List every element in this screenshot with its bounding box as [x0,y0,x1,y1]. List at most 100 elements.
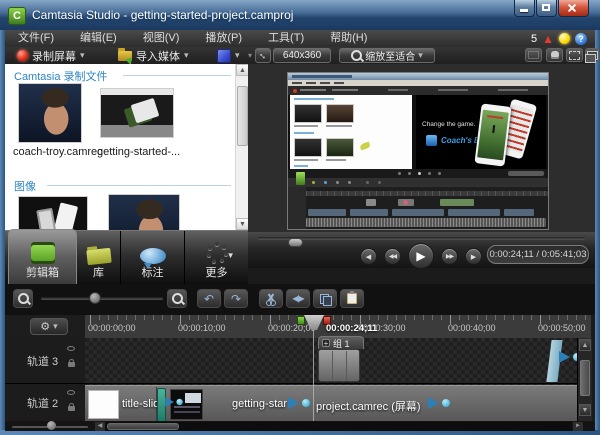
selection-in-handle[interactable] [297,316,305,325]
timeline-zoom-slider[interactable] [41,297,163,300]
track3-name[interactable]: 轨道 3 [27,353,58,369]
track2-clips[interactable]: title-slide getting-star project.camrec … [85,385,577,422]
menu-tools[interactable]: 工具(T) [255,30,317,47]
menu-file[interactable]: 文件(F) [5,30,67,47]
cut-button[interactable] [259,289,283,308]
editing-dimensions-icon-button[interactable]: ↔ [255,48,271,63]
scroll-left-icon[interactable]: ◀ [95,422,105,431]
zoom-fit-label: 缩放至适合 [365,48,415,63]
title-bar[interactable]: C Camtasia Studio - getting-started-proj… [0,0,600,31]
redo-button[interactable]: ↷ [224,289,248,308]
tab-more[interactable]: ▼ 更多 [185,231,248,285]
upgrade-arrow-icon[interactable]: ▲ [542,34,554,44]
clip-label[interactable]: coach-troy.camrec [13,146,103,158]
previous-button[interactable]: ◀ [360,248,377,265]
clip-thumbnail-getting-started[interactable] [100,88,174,138]
menu-view[interactable]: 视图(V) [130,30,193,47]
next-icon: ▶ [471,253,476,261]
track2-lane[interactable]: title-slide getting-star project.camrec … [85,384,591,422]
import-media-button[interactable]: 导入媒体 ▾ [118,47,189,64]
image-thumbnail-ad[interactable] [18,196,88,230]
hscrollbar-thumb[interactable] [107,423,179,430]
camrec-clip-label-right[interactable]: project.camrec (屏幕) [316,398,421,414]
scroll-up-icon[interactable]: ▲ [579,339,591,351]
produce-share-button[interactable]: ▾ [217,47,240,64]
scroll-down-icon[interactable]: ▼ [236,218,248,230]
fullscreen-button[interactable] [566,48,583,62]
play-button[interactable]: ▶ [408,243,434,269]
copy-button[interactable] [313,289,337,308]
zoom-pan-keyframe-icon[interactable] [288,396,310,410]
zoom-fit-dropdown[interactable]: 缩放至适合 ▾ [339,48,435,63]
menu-help[interactable]: 帮助(H) [317,30,380,47]
paste-button[interactable] [340,289,364,308]
zoom-in-button[interactable] [167,289,187,308]
pan-tool-button[interactable] [546,48,563,62]
scroll-down-icon[interactable]: ▼ [579,404,591,416]
rewind-button[interactable]: ◀◀ [384,248,401,265]
menu-edit[interactable]: 编辑(E) [67,30,130,47]
zoom-pan-keyframe-icon[interactable] [428,396,450,410]
close-button[interactable] [558,0,589,17]
title-slide-thumbnail [88,390,119,419]
vscrollbar-thumb[interactable] [580,360,590,396]
tab-clip-bin[interactable]: 剪辑箱 [8,229,77,285]
clip-label[interactable]: getting-started-... [97,146,180,158]
track2-name[interactable]: 轨道 2 [27,395,58,411]
editing-dimensions-button[interactable]: 640x360 [273,48,331,63]
scroll-up-icon[interactable]: ▲ [236,64,248,76]
tab-callouts[interactable]: 标注 [121,231,185,285]
toolbar-overflow-button[interactable]: ▾ [248,47,252,64]
timeline-vscrollbar[interactable]: ▲ ▼ [577,338,592,421]
track3-lock-icon[interactable] [68,362,75,367]
import-folder-icon [118,51,132,61]
zoom-pan-keyframe-icon[interactable] [165,396,183,407]
tab-library[interactable]: 库 [77,231,121,285]
track-options-button[interactable]: ⚙ ▾ [30,318,68,335]
image-thumbnail-face[interactable] [108,194,180,230]
timeline-hscrollbar[interactable] [105,422,572,431]
scroll-right-icon[interactable]: ► [573,422,583,431]
track2-visibility-icon[interactable] [67,390,75,395]
window-frame-right [595,30,600,435]
minimize-button[interactable] [514,0,535,17]
playhead-line[interactable] [313,330,314,421]
maximize-button[interactable] [536,0,557,17]
seek-bar[interactable] [258,237,585,240]
menu-play[interactable]: 播放(P) [192,30,255,47]
cascade-windows-button[interactable] [585,48,599,62]
clip-thumbnail-coach-troy[interactable] [18,83,82,143]
group-clip[interactable] [318,349,360,382]
next-button[interactable]: ▶ [465,248,482,265]
undo-icon: ↶ [204,292,214,306]
fullscreen-icon [569,51,580,60]
split-button[interactable]: ◀|▶ [286,289,310,308]
preview-video-frame[interactable]: Change the game. Coach's Eye [287,72,549,230]
seek-thumb[interactable] [288,238,303,247]
coachs-eye-app-icon [426,135,437,146]
track3-lane[interactable]: + 组 1 [85,338,591,384]
help-icon[interactable]: ? [575,33,587,45]
mini-tabbar [288,178,548,187]
timeline-toolbar: ↶ ↷ ◀|▶ [5,284,595,315]
fast-forward-button[interactable]: ▶▶ [441,248,458,265]
record-screen-button[interactable]: 录制屏幕 ▾ [17,47,85,64]
scrollbar-thumb[interactable] [237,86,248,146]
tips-bulb-icon[interactable] [559,33,570,44]
track2-lock-icon[interactable] [68,406,75,411]
toolbar: 录制屏幕 ▾ 导入媒体 ▾ ▾ ▾ ↔ 640x360 缩放至适合 ▾ [5,47,595,65]
group-expand-icon[interactable]: + [322,339,330,347]
zoom-out-button[interactable] [13,289,33,308]
group-tab[interactable]: + 组 1 [318,336,364,349]
undo-button[interactable]: ↶ [197,289,221,308]
detach-preview-button[interactable] [525,48,542,62]
track3-visibility-icon[interactable] [67,346,75,351]
ruler-label: 00:00:50;00 [538,323,586,333]
clipbin-scrollbar[interactable]: ▲ ▼ [235,64,248,230]
track-height-thumb[interactable] [47,421,56,430]
zoom-slider-thumb[interactable] [89,292,101,304]
upgrade-count[interactable]: 5 [531,33,537,45]
mini-clip-bin [290,95,412,169]
camrec-clip-label-left[interactable]: getting-star [232,398,287,410]
rewind-icon: ◀◀ [389,253,396,260]
